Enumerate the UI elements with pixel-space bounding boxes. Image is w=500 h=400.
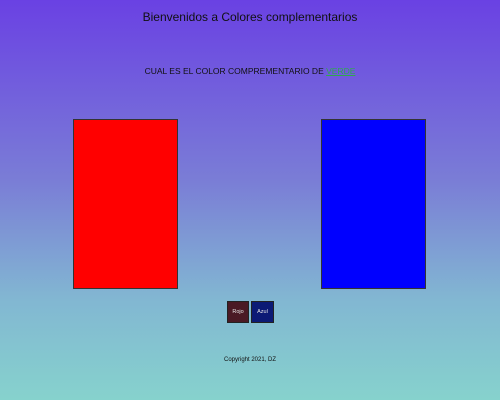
question-prefix: CUAL ES EL COLOR COMPREMENTARIO DE xyxy=(144,66,324,76)
answer-button-blue[interactable]: Azul xyxy=(251,301,274,323)
question-text: CUAL ES EL COLOR COMPREMENTARIO DE VERDE xyxy=(0,66,500,76)
copyright-footer: Copyright 2021, DZ xyxy=(223,357,277,363)
target-color-name: VERDE xyxy=(326,66,356,76)
swatch-red[interactable] xyxy=(73,119,178,289)
answer-button-red[interactable]: Rojo xyxy=(227,301,249,323)
swatch-blue[interactable] xyxy=(321,119,426,289)
page-title: Bienvenidos a Colores complementarios xyxy=(142,10,358,24)
